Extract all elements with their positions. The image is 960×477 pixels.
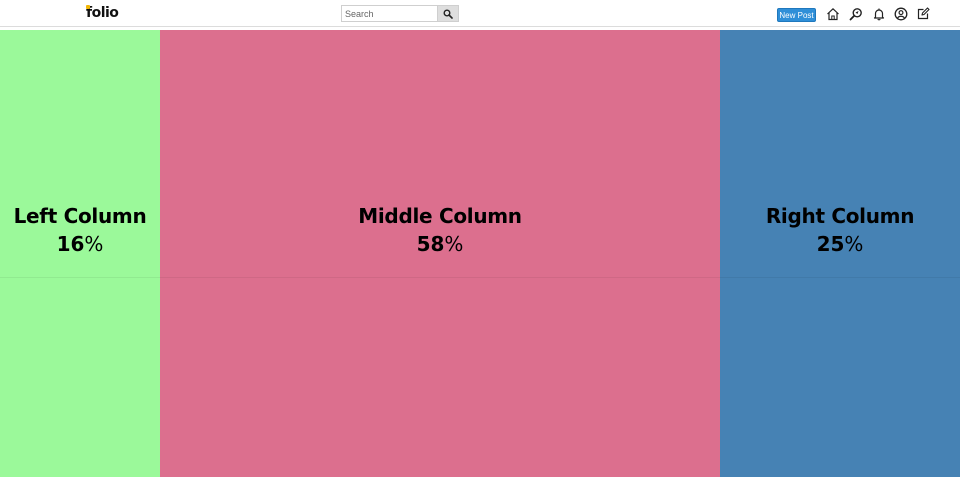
- middle-column-percent-value: 58: [416, 232, 445, 256]
- right-column-caption: Right Column 25%: [720, 202, 960, 258]
- middle-column-caption: Middle Column 58%: [160, 202, 720, 258]
- search-button[interactable]: [437, 5, 459, 22]
- search-input[interactable]: [341, 5, 437, 22]
- search-icon: [443, 9, 453, 19]
- left-column-title: Left Column: [13, 204, 147, 228]
- left-column-percent-value: 16: [56, 232, 85, 256]
- column-divider: [0, 277, 160, 278]
- middle-column: Middle Column 58%: [160, 30, 720, 477]
- left-column-caption: Left Column 16%: [0, 202, 160, 258]
- folio-logo[interactable]: folio: [86, 4, 119, 22]
- search-form: [341, 5, 459, 22]
- percent-sign: %: [444, 232, 464, 256]
- percent-sign: %: [844, 232, 864, 256]
- middle-column-percent: 58%: [160, 230, 720, 258]
- home-icon[interactable]: [825, 6, 841, 22]
- explore-icon[interactable]: [848, 6, 864, 22]
- new-post-button[interactable]: New Post: [777, 8, 816, 22]
- top-navbar: folio New Post: [0, 0, 960, 27]
- left-column: Left Column 16%: [0, 30, 160, 477]
- column-divider: [160, 277, 720, 278]
- edit-icon[interactable]: [915, 6, 931, 22]
- left-column-percent: 16%: [0, 230, 160, 258]
- profile-icon[interactable]: [893, 6, 909, 22]
- right-column-percent-value: 25: [816, 232, 845, 256]
- right-column: Right Column 25%: [720, 30, 960, 477]
- logo-accent-dot: [86, 5, 90, 9]
- right-column-title: Right Column: [765, 204, 915, 228]
- right-column-percent: 25%: [720, 230, 960, 258]
- column-divider: [720, 277, 960, 278]
- three-column-layout: Left Column 16% Middle Column 58% Right …: [0, 30, 960, 477]
- bell-icon[interactable]: [871, 6, 887, 22]
- logo-text: folio: [86, 5, 119, 21]
- middle-column-title: Middle Column: [358, 204, 522, 228]
- percent-sign: %: [84, 232, 104, 256]
